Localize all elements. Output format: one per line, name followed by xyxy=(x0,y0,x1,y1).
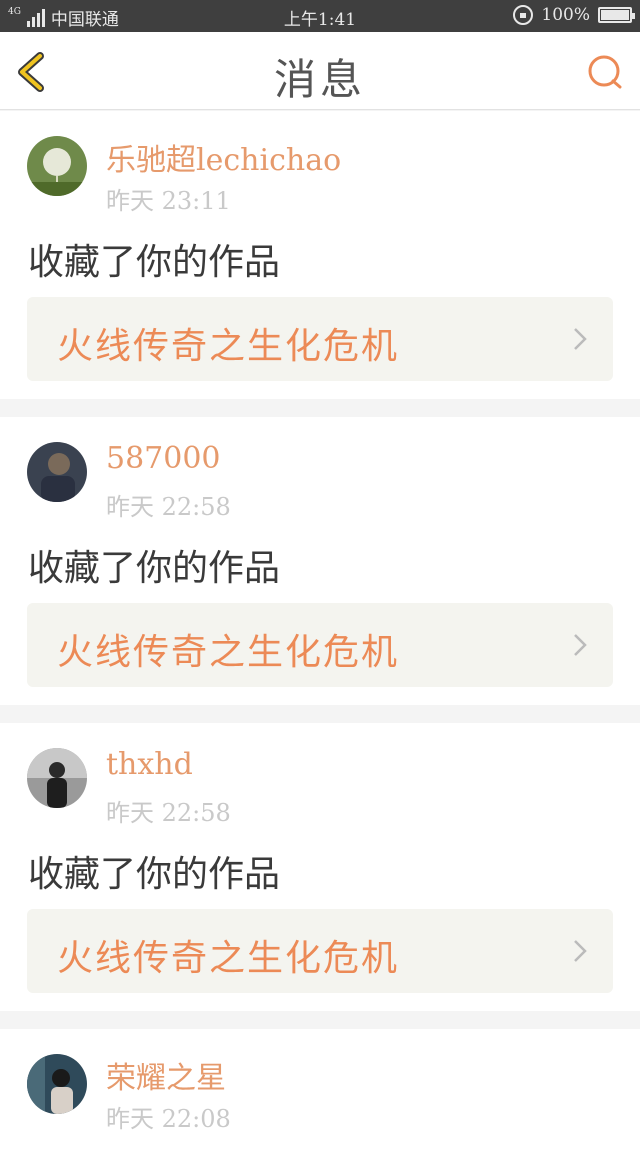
chevron-right-icon xyxy=(574,328,587,350)
message-time: 昨天 23:11 xyxy=(106,187,231,215)
rotation-lock-icon xyxy=(513,5,534,25)
action-text: 收藏了你的作品 xyxy=(28,548,281,589)
work-link[interactable]: 火线传奇之生化危机 xyxy=(27,909,613,993)
avatar[interactable] xyxy=(27,136,87,196)
message-card: 荣耀之星 昨天 22:08 xyxy=(0,1029,640,1169)
avatar[interactable] xyxy=(27,1054,87,1114)
work-link[interactable]: 火线传奇之生化危机 xyxy=(27,297,613,381)
chevron-right-icon xyxy=(574,634,587,656)
page-title: 消息 xyxy=(273,55,366,104)
message-list: 乐驰超lechichao 昨天 23:11 收藏了你的作品 火线传奇之生化危机 … xyxy=(0,111,640,1169)
username[interactable]: 荣耀之星 xyxy=(106,1053,226,1097)
battery-icon xyxy=(598,7,635,23)
nav-bar: 消息 xyxy=(0,32,640,110)
action-text: 收藏了你的作品 xyxy=(28,854,281,895)
message-time: 昨天 22:58 xyxy=(106,493,231,521)
work-title: 火线传奇之生化危机 xyxy=(57,326,400,367)
avatar[interactable] xyxy=(27,748,87,808)
work-title: 火线传奇之生化危机 xyxy=(57,632,400,673)
username[interactable]: 乐驰超lechichao xyxy=(106,135,341,179)
work-title: 火线传奇之生化危机 xyxy=(57,938,400,979)
work-link[interactable]: 火线传奇之生化危机 xyxy=(27,603,613,687)
status-bar: 4G 中国联通 上午1:41 100% xyxy=(0,0,640,32)
avatar[interactable] xyxy=(27,442,87,502)
chevron-right-icon xyxy=(574,940,587,962)
username[interactable]: thxhd xyxy=(106,747,193,782)
action-text: 收藏了你的作品 xyxy=(28,242,281,283)
message-card: thxhd 昨天 22:58 收藏了你的作品 火线传奇之生化危机 xyxy=(0,723,640,1011)
search-button[interactable] xyxy=(582,50,626,94)
search-icon xyxy=(588,55,622,89)
username[interactable]: 587000 xyxy=(106,441,221,476)
message-time: 昨天 22:58 xyxy=(106,799,231,827)
status-right: 100% xyxy=(513,5,635,25)
message-card: 乐驰超lechichao 昨天 23:11 收藏了你的作品 火线传奇之生化危机 xyxy=(0,111,640,399)
message-card: 587000 昨天 22:58 收藏了你的作品 火线传奇之生化危机 xyxy=(0,417,640,705)
message-time: 昨天 22:08 xyxy=(106,1105,231,1133)
battery-percent: 100% xyxy=(541,5,590,25)
